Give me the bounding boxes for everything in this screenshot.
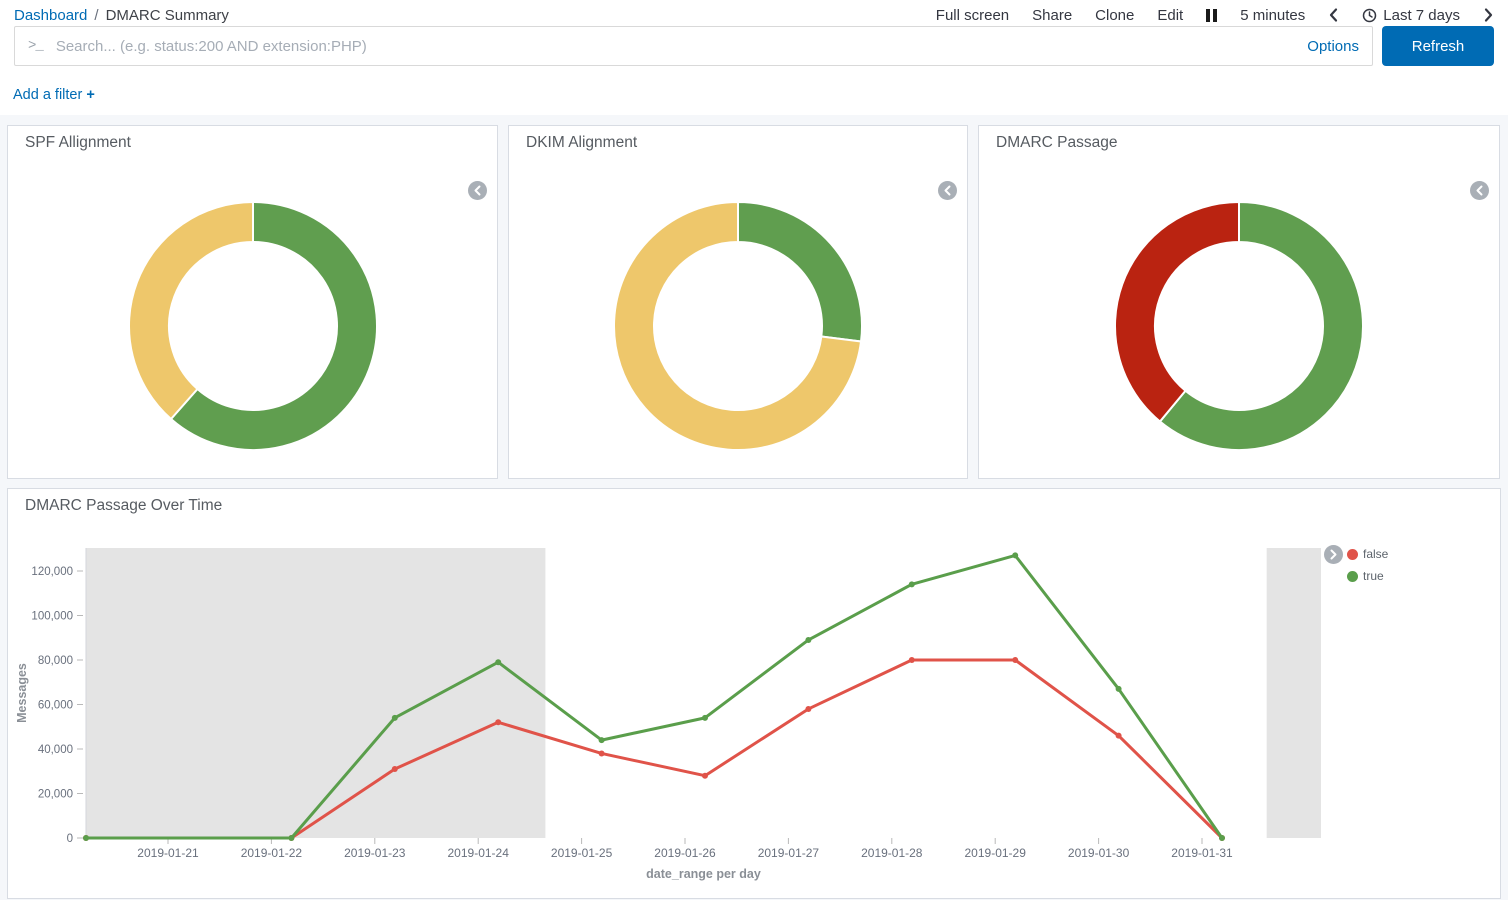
x-tick-label: 2019-01-31 bbox=[1171, 846, 1233, 860]
time-picker[interactable]: Last 7 days bbox=[1362, 7, 1460, 24]
chevron-right-icon[interactable] bbox=[1483, 7, 1494, 23]
collapse-legend-icon[interactable] bbox=[468, 181, 487, 200]
donut-segment-yellow[interactable] bbox=[128, 202, 252, 419]
time-range-shaded-band bbox=[1267, 548, 1321, 838]
data-point-false[interactable] bbox=[805, 706, 811, 712]
data-point-true[interactable] bbox=[1219, 835, 1225, 841]
query-bar: >_ Options Refresh bbox=[0, 26, 1508, 66]
data-point-true[interactable] bbox=[702, 715, 708, 721]
data-point-false[interactable] bbox=[909, 657, 915, 663]
time-range-label: Last 7 days bbox=[1383, 7, 1460, 24]
legend-item-true[interactable]: true bbox=[1347, 569, 1388, 583]
expand-legend-icon[interactable] bbox=[1324, 545, 1343, 564]
search-prompt-icon: >_ bbox=[28, 38, 43, 54]
legend-dot-true bbox=[1347, 571, 1358, 582]
x-tick-label: 2019-01-24 bbox=[448, 846, 510, 860]
y-tick-label: 60,000 bbox=[38, 700, 73, 712]
top-navbar: Dashboard / DMARC Summary Full screen Sh… bbox=[0, 0, 1508, 26]
x-tick-label: 2019-01-29 bbox=[965, 846, 1027, 860]
y-tick-label: 100,000 bbox=[31, 611, 73, 623]
menu-item-share[interactable]: Share bbox=[1032, 7, 1072, 24]
y-tick-label: 80,000 bbox=[38, 655, 73, 667]
donut-segment-red[interactable] bbox=[1115, 202, 1239, 422]
collapse-legend-icon[interactable] bbox=[1470, 181, 1489, 200]
legend-dot-false bbox=[1347, 549, 1358, 560]
panel-title: SPF Allignment bbox=[8, 126, 497, 152]
top-panel-row: SPF Allignment DKIM Alignment DMARC Pass… bbox=[7, 125, 1501, 479]
x-tick-label: 2019-01-26 bbox=[654, 846, 716, 860]
collapse-legend-icon[interactable] bbox=[938, 181, 957, 200]
panel-spf-alignment: SPF Allignment bbox=[7, 125, 498, 479]
legend-label: false bbox=[1363, 547, 1388, 561]
add-filter-link[interactable]: Add a filter+ bbox=[13, 87, 95, 103]
data-point-false[interactable] bbox=[392, 766, 398, 772]
panel-dmarc-passage-over-time: 0 20,000 40,000 60,000 80,000 100,000 120,000 2… bbox=[7, 488, 1501, 899]
data-point-false[interactable] bbox=[599, 750, 605, 756]
data-point-false[interactable] bbox=[702, 773, 708, 779]
chart-legend: false true bbox=[1347, 547, 1388, 591]
data-point-false[interactable] bbox=[1012, 657, 1018, 663]
x-tick-label: 2019-01-22 bbox=[241, 846, 303, 860]
x-tick-label: 2019-01-21 bbox=[137, 846, 199, 860]
y-axis-title: Messages bbox=[15, 663, 29, 723]
breadcrumb-dashboard-link[interactable]: Dashboard bbox=[14, 7, 87, 24]
top-menu: Full screen Share Clone Edit 5 minutes L… bbox=[936, 7, 1494, 24]
x-axis-title: date_range per day bbox=[646, 867, 761, 881]
y-tick-label: 0 bbox=[67, 833, 73, 845]
panel-title: DMARC Passage Over Time bbox=[8, 489, 1500, 515]
data-point-true[interactable] bbox=[392, 715, 398, 721]
panel-dmarc-passage: DMARC Passage bbox=[978, 125, 1500, 479]
menu-item-edit[interactable]: Edit bbox=[1157, 7, 1183, 24]
data-point-false[interactable] bbox=[1116, 733, 1122, 739]
x-tick-label: 2019-01-30 bbox=[1068, 846, 1130, 860]
breadcrumb: Dashboard / DMARC Summary bbox=[14, 7, 229, 24]
dmarc-over-time-line-chart[interactable]: 0 20,000 40,000 60,000 80,000 100,000 120,000 2… bbox=[8, 489, 1500, 898]
page-title: DMARC Summary bbox=[106, 7, 229, 24]
x-tick-label: 2019-01-28 bbox=[861, 846, 923, 860]
legend-item-false[interactable]: false bbox=[1347, 547, 1388, 561]
y-tick-label: 20,000 bbox=[38, 789, 73, 801]
options-link[interactable]: Options bbox=[1307, 38, 1359, 55]
clock-icon bbox=[1362, 8, 1377, 23]
legend-label: true bbox=[1363, 569, 1384, 583]
data-point-true[interactable] bbox=[83, 835, 89, 841]
y-tick-label: 120,000 bbox=[31, 566, 73, 578]
search-input[interactable] bbox=[54, 37, 1295, 56]
y-tick-label: 40,000 bbox=[38, 744, 73, 756]
filter-bar: Add a filter+ bbox=[0, 66, 1508, 115]
dashboard-grid: SPF Allignment DKIM Alignment DMARC Pass… bbox=[0, 115, 1508, 900]
panel-dkim-alignment: DKIM Alignment bbox=[508, 125, 968, 479]
donut-segment-green[interactable] bbox=[738, 202, 862, 342]
data-point-true[interactable] bbox=[599, 737, 605, 743]
dmarc-passage-donut-chart[interactable] bbox=[1109, 196, 1369, 456]
spf-alignment-donut-chart[interactable] bbox=[123, 196, 383, 456]
data-point-true[interactable] bbox=[805, 637, 811, 643]
x-tick-label: 2019-01-23 bbox=[344, 846, 406, 860]
data-point-true[interactable] bbox=[288, 835, 294, 841]
pause-icon[interactable] bbox=[1206, 9, 1217, 22]
panel-title: DMARC Passage bbox=[979, 126, 1499, 152]
dkim-alignment-donut-chart[interactable] bbox=[608, 196, 868, 456]
menu-item-clone[interactable]: Clone bbox=[1095, 7, 1134, 24]
panel-title: DKIM Alignment bbox=[509, 126, 967, 152]
data-point-false[interactable] bbox=[495, 719, 501, 725]
add-filter-label: Add a filter bbox=[13, 87, 82, 103]
data-point-true[interactable] bbox=[1012, 552, 1018, 558]
x-tick-label: 2019-01-27 bbox=[758, 846, 820, 860]
data-point-true[interactable] bbox=[909, 581, 915, 587]
data-point-true[interactable] bbox=[1116, 686, 1122, 692]
plus-icon: + bbox=[86, 87, 94, 103]
breadcrumb-separator: / bbox=[94, 7, 98, 24]
x-tick-label: 2019-01-25 bbox=[551, 846, 613, 860]
data-point-true[interactable] bbox=[495, 659, 501, 665]
search-bar: >_ Options bbox=[14, 26, 1373, 66]
refresh-button[interactable]: Refresh bbox=[1382, 26, 1494, 66]
time-range-shaded-band bbox=[86, 548, 545, 838]
chevron-left-icon[interactable] bbox=[1328, 7, 1339, 23]
menu-item-full-screen[interactable]: Full screen bbox=[936, 7, 1009, 24]
refresh-interval-label[interactable]: 5 minutes bbox=[1240, 7, 1305, 24]
